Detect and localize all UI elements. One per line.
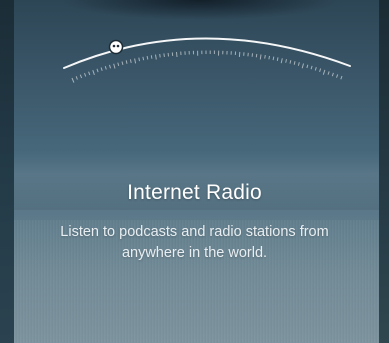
dial-tick	[134, 58, 137, 64]
dial-tick	[268, 55, 270, 60]
dial-tick	[71, 77, 75, 83]
dial-tick	[129, 59, 132, 64]
dial-tick	[264, 55, 266, 59]
dial-tick	[121, 61, 124, 66]
dial-tick	[150, 55, 153, 59]
dial-ticks	[71, 50, 343, 83]
dial-tick	[138, 57, 140, 62]
dial-tick	[100, 67, 103, 71]
dial-tick	[285, 59, 287, 63]
dial-tick	[340, 75, 343, 80]
card-description: Listen to podcasts and radio stations fr…	[60, 224, 329, 261]
dial-tick	[142, 56, 145, 61]
dial-tick	[92, 70, 95, 76]
dial-tick	[176, 51, 178, 58]
radio-tuner-dial-icon	[63, 37, 351, 83]
dial-tick	[255, 53, 258, 58]
internet-radio-card[interactable]: Internet Radio Listen to podcasts and ra…	[0, 0, 389, 343]
dial-tick	[125, 60, 128, 64]
dial-tick	[314, 67, 317, 71]
dial-tick	[104, 66, 107, 70]
dial-tick	[159, 53, 161, 58]
dial-tick	[322, 69, 326, 75]
dial-tick	[276, 57, 279, 61]
dial-tick	[331, 72, 334, 77]
dial-tick	[272, 56, 275, 61]
dial-tick	[306, 64, 309, 69]
dial-tick	[75, 76, 78, 80]
dial-tick	[113, 63, 116, 69]
dial-tick	[310, 65, 313, 70]
dial-tick	[289, 60, 292, 64]
dial-tick	[327, 71, 330, 75]
dial-tick	[109, 64, 111, 69]
dial-tick	[155, 54, 157, 60]
dial-tick	[96, 68, 99, 73]
dial-tick	[301, 63, 304, 69]
dial-tick	[146, 55, 149, 60]
dial-tick	[280, 58, 283, 64]
dial-tick	[293, 61, 296, 65]
dial-tick	[336, 74, 339, 78]
tuner-knob-icon	[108, 39, 124, 55]
dial-tick	[163, 53, 165, 57]
dial-tick	[88, 71, 91, 76]
dial-tick	[117, 62, 120, 67]
dial-tick	[259, 54, 262, 60]
dial-tick	[79, 74, 83, 79]
dial-tick	[319, 68, 322, 73]
dial-tick	[297, 62, 300, 66]
dial-tick	[84, 73, 87, 77]
card-title: Internet Radio	[127, 181, 262, 204]
